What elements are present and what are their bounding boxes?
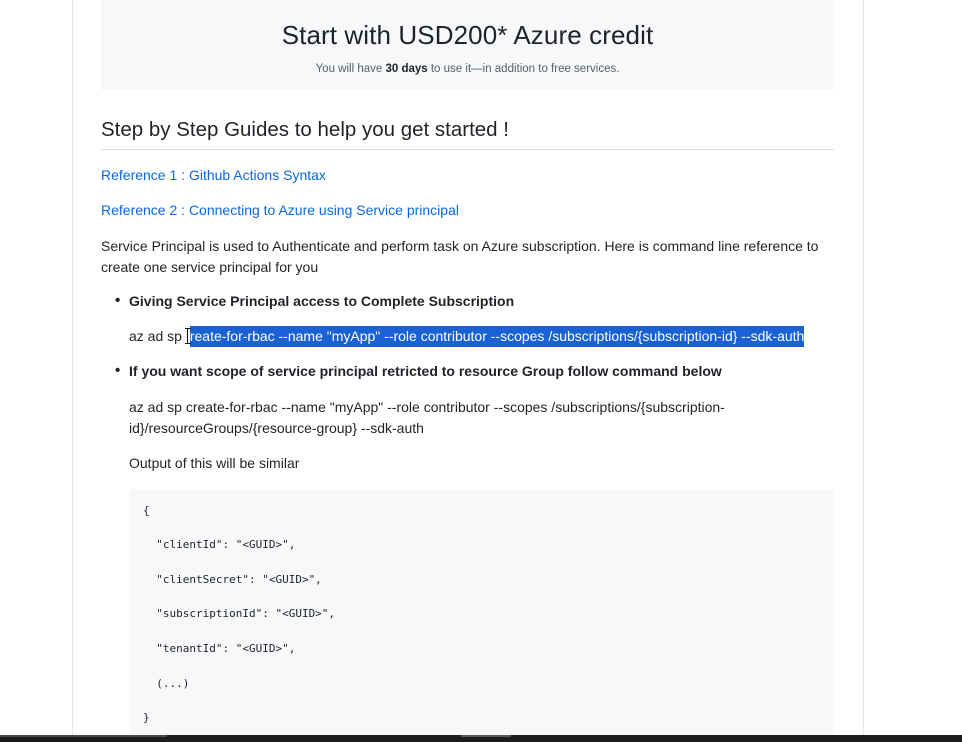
taskbar-app-item[interactable] [461, 735, 511, 737]
page-border-right [863, 0, 864, 735]
command-prefix[interactable]: az ad sp [129, 328, 186, 344]
reference-2-link[interactable]: Reference 2 : Connecting to Azure using … [101, 202, 459, 218]
banner-subtitle-pre: You will have [315, 63, 386, 75]
code-line: "clientId": "<GUID>", [143, 538, 296, 551]
output-label: Output of this will be similar [129, 455, 300, 471]
azure-credit-banner: Start with USD200* Azure credit You will… [101, 0, 834, 90]
selected-command-text[interactable]: reate-for-rbac --name "myApp" --role con… [189, 326, 805, 347]
page-border-left [72, 0, 73, 735]
banner-subtitle: You will have 30 days to use it—in addit… [101, 63, 834, 75]
taskbar [0, 735, 962, 742]
text-cursor-icon [184, 328, 191, 344]
taskbar-start-area[interactable] [0, 735, 167, 737]
json-output-code-block[interactable]: { "clientId": "<GUID>", "clientSecret": … [129, 489, 834, 735]
command-subscription-scope[interactable]: az ad sp reate-for-rbac --name "myApp" -… [129, 326, 805, 347]
code-line: "tenantId": "<GUID>", [143, 642, 296, 655]
code-line: (...) [143, 677, 190, 690]
banner-subtitle-days: 30 days [385, 63, 428, 75]
guides-heading: Step by Step Guides to help you get star… [101, 118, 509, 141]
banner-subtitle-post: to use it—in addition to free services. [427, 63, 620, 75]
banner-title: Start with USD200* Azure credit [281, 20, 654, 50]
code-line: { [143, 504, 150, 517]
bullet-resource-group-label: If you want scope of service principal r… [129, 363, 722, 379]
heading-divider [101, 149, 834, 150]
code-line: "clientSecret": "<GUID>", [143, 573, 322, 586]
reference-1-link[interactable]: Reference 1 : Github Actions Syntax [101, 167, 326, 183]
command-resource-group-scope[interactable]: az ad sp create-for-rbac --name "myApp" … [129, 397, 769, 439]
code-line: "subscriptionId": "<GUID>", [143, 607, 336, 620]
bullet-complete-subscription-label: Giving Service Principal access to Compl… [129, 293, 515, 309]
intro-paragraph: Service Principal is used to Authenticat… [101, 238, 819, 275]
code-line: } [143, 711, 150, 724]
